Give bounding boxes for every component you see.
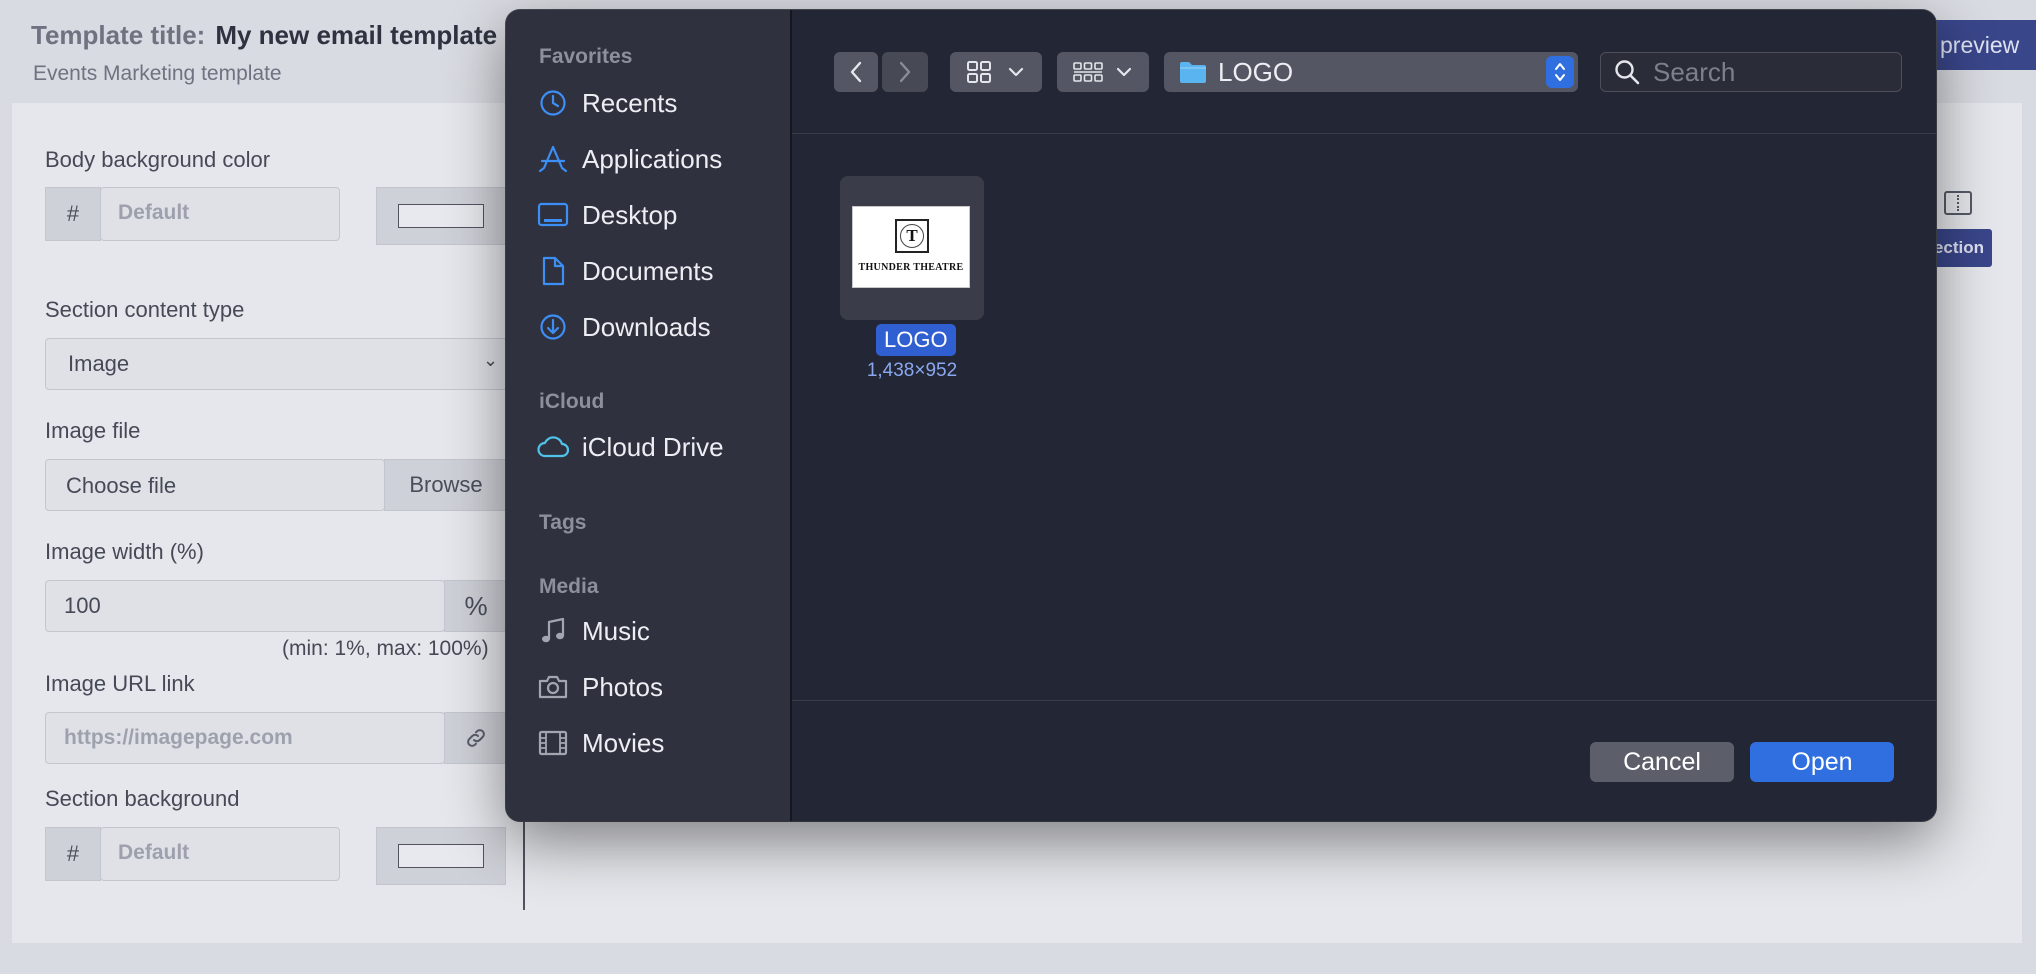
template-title: Template title: My new email template	[31, 20, 497, 51]
document-icon	[536, 254, 570, 288]
chevron-right-icon	[899, 61, 911, 83]
chevron-left-icon	[850, 61, 862, 83]
sidebar-item-applications[interactable]: Applications	[536, 139, 776, 179]
sidebar-item-label: Recents	[582, 87, 678, 118]
file-dimensions: 1,438×952	[866, 360, 958, 381]
image-width-value: 100	[64, 593, 101, 618]
media-heading: Media	[539, 575, 599, 598]
forward-button[interactable]	[882, 52, 928, 92]
body-bg-swatch	[398, 204, 484, 228]
divider	[523, 820, 525, 910]
sidebar-item-label: Music	[582, 615, 650, 646]
group-view-icon	[1073, 62, 1103, 82]
section-content-type-label: Section content type	[45, 297, 245, 322]
sidebar-item-documents[interactable]: Documents	[536, 251, 776, 291]
sidebar-item-photos[interactable]: Photos	[536, 667, 776, 707]
up-down-chevron-icon	[1546, 56, 1574, 88]
section-bg-swatch-button[interactable]	[376, 827, 506, 885]
logo-text: THUNDER THEATRE	[858, 262, 964, 273]
image-width-input[interactable]	[45, 580, 445, 632]
group-mode-button[interactable]	[1057, 52, 1149, 92]
search-placeholder: Search	[1653, 56, 1736, 87]
file-thumbnail: T THUNDER THEATRE	[852, 206, 970, 288]
icloud-heading: iCloud	[539, 390, 605, 413]
body-bg-swatch-button[interactable]	[376, 187, 506, 245]
logo-emblem: T	[895, 219, 929, 253]
footer-divider	[792, 700, 1936, 701]
film-icon	[536, 726, 570, 760]
camera-icon	[536, 670, 570, 704]
dialog-main: LOGO Search T THUNDER THEATRE LOGO 1,438…	[792, 10, 1936, 821]
template-title-label: Template title:	[31, 20, 206, 50]
template-subtitle: Events Marketing template	[33, 62, 282, 85]
sidebar-item-recents[interactable]: Recents	[536, 83, 776, 123]
section-bg-placeholder: Default	[118, 841, 190, 864]
search-icon	[1615, 60, 1640, 85]
body-bg-label: Body background color	[45, 147, 271, 172]
sidebar-item-label: Applications	[582, 143, 723, 174]
chevron-down-icon	[1116, 67, 1132, 77]
sidebar-item-movies[interactable]: Movies	[536, 723, 776, 763]
template-title-value[interactable]: My new email template	[215, 20, 497, 50]
cloud-icon	[536, 430, 570, 464]
image-url-placeholder: https://imagepage.com	[64, 726, 293, 749]
search-input[interactable]: Search	[1600, 52, 1902, 92]
cancel-button[interactable]: Cancel	[1590, 742, 1734, 782]
clock-icon	[536, 86, 570, 120]
image-width-hint: (min: 1%, max: 100%)	[282, 637, 489, 660]
chevron-down-icon	[1008, 67, 1024, 77]
sidebar-item-icloud-drive[interactable]: iCloud Drive	[536, 427, 776, 467]
folder-icon	[1180, 62, 1206, 83]
music-icon	[536, 614, 570, 648]
image-width-label: Image width (%)	[45, 539, 204, 564]
location-popup[interactable]: LOGO	[1164, 52, 1578, 92]
section-bg-swatch	[398, 844, 484, 868]
sidebar-item-label: Photos	[582, 671, 663, 702]
chevron-down-icon: ⌄	[483, 350, 499, 370]
sidebar-item-label: Downloads	[582, 311, 711, 342]
sidebar-item-downloads[interactable]: Downloads	[536, 307, 776, 347]
body-bg-placeholder: Default	[118, 201, 190, 224]
section-bg-prefix: #	[45, 827, 101, 881]
toolbar-divider	[792, 133, 1936, 134]
view-mode-button[interactable]	[950, 52, 1042, 92]
icon-view-icon	[967, 61, 991, 83]
section-bg-label: Section background	[45, 786, 240, 811]
body-bg-prefix: #	[45, 187, 101, 241]
sidebar-item-music[interactable]: Music	[536, 611, 776, 651]
current-folder-name: LOGO	[1218, 56, 1294, 87]
sidebar-item-label: Movies	[582, 727, 665, 758]
applications-icon	[536, 142, 570, 176]
file-open-dialog: Favorites Recents Applications Desktop D…	[506, 10, 1936, 821]
tags-heading: Tags	[539, 511, 587, 534]
image-file-browse-button[interactable]: Browse	[384, 459, 508, 511]
back-button[interactable]	[834, 52, 878, 92]
sidebar-item-label: Desktop	[582, 199, 678, 230]
image-file-label: Image file	[45, 418, 141, 443]
favorites-heading: Favorites	[539, 45, 633, 68]
split-column-icon[interactable]	[1944, 191, 1972, 215]
section-content-type-value: Image	[68, 351, 130, 376]
link-icon	[444, 712, 508, 764]
file-name-label[interactable]: LOGO	[876, 324, 956, 356]
file-item-logo[interactable]: T THUNDER THEATRE	[840, 176, 984, 320]
open-button[interactable]: Open	[1750, 742, 1894, 782]
sidebar-item-desktop[interactable]: Desktop	[536, 195, 776, 235]
percent-addon: %	[444, 580, 508, 632]
image-url-label: Image URL link	[45, 671, 195, 696]
dialog-sidebar: Favorites Recents Applications Desktop D…	[506, 10, 792, 821]
image-file-placeholder: Choose file	[66, 473, 177, 498]
desktop-icon	[536, 198, 570, 232]
sidebar-item-label: Documents	[582, 255, 714, 286]
download-icon	[536, 310, 570, 344]
sidebar-item-label: iCloud Drive	[582, 431, 724, 462]
